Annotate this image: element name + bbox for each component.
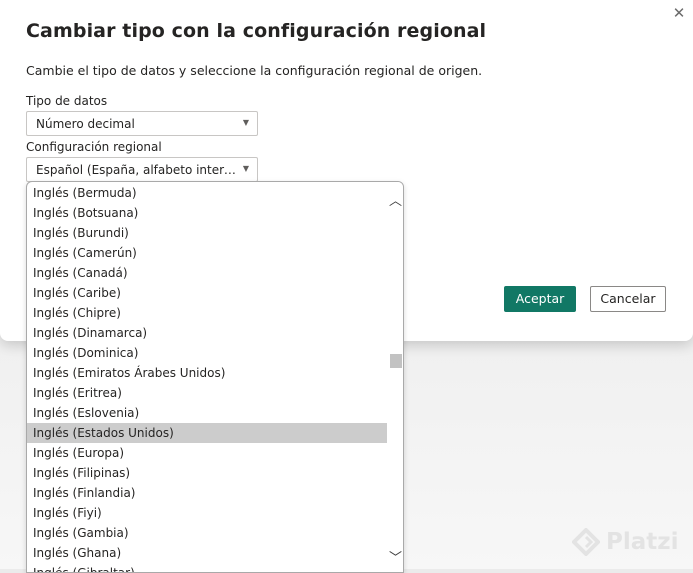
locale-select[interactable]: Español (España, alfabeto internacio... … xyxy=(26,157,258,182)
list-item[interactable]: Inglés (Finlandia) xyxy=(27,483,387,503)
chevron-up-icon[interactable]: ︿ xyxy=(387,193,403,210)
data-type-select[interactable]: Número decimal ▼ xyxy=(26,111,258,136)
scroll-thumb[interactable] xyxy=(390,354,402,368)
chevron-down-icon: ▼ xyxy=(242,118,249,127)
list-item[interactable]: Inglés (Europa) xyxy=(27,443,387,463)
list-item[interactable]: Inglés (Eslovenia) xyxy=(27,403,387,423)
list-item[interactable]: Inglés (Botsuana) xyxy=(27,203,387,223)
dialog-description: Cambie el tipo de datos y seleccione la … xyxy=(26,63,483,78)
list-item[interactable]: Inglés (Caribe) xyxy=(27,283,387,303)
list-item[interactable]: Inglés (Bermuda) xyxy=(27,183,387,203)
close-icon[interactable]: ✕ xyxy=(668,2,690,24)
data-type-label: Tipo de datos xyxy=(26,94,108,108)
chevron-down-icon[interactable]: ﹀ xyxy=(387,550,403,567)
list-item[interactable]: Inglés (Burundi) xyxy=(27,223,387,243)
chevron-down-icon: ▼ xyxy=(242,164,249,173)
list-item[interactable]: Inglés (Chipre) xyxy=(27,303,387,323)
locale-options: Inglés (Bermuda) Inglés (Botsuana) Inglés … xyxy=(27,183,387,572)
data-type-value: Número decimal xyxy=(36,117,135,131)
scrollbar[interactable]: ︿ ﹀ xyxy=(387,182,403,572)
locale-dropdown-list[interactable]: Inglés (Bermuda) Inglés (Botsuana) Inglés … xyxy=(26,181,404,573)
list-item[interactable]: Inglés (Estados Unidos) xyxy=(27,423,387,443)
cancel-button[interactable]: Cancelar xyxy=(590,286,666,312)
list-item[interactable]: Inglés (Dinamarca) xyxy=(27,323,387,343)
list-item[interactable]: Inglés (Canadá) xyxy=(27,263,387,283)
list-item[interactable]: Inglés (Eritrea) xyxy=(27,383,387,403)
list-item[interactable]: Inglés (Filipinas) xyxy=(27,463,387,483)
locale-label: Configuración regional xyxy=(26,140,162,154)
locale-value: Español (España, alfabeto internacio... xyxy=(36,163,236,177)
list-item[interactable]: Inglés (Ghana) xyxy=(27,543,387,563)
list-item[interactable]: Inglés (Gambia) xyxy=(27,523,387,543)
platzi-logo-icon xyxy=(572,528,600,556)
list-item[interactable]: Inglés (Emiratos Árabes Unidos) xyxy=(27,363,387,383)
accept-button[interactable]: Aceptar xyxy=(504,286,576,312)
list-item[interactable]: Inglés (Dominica) xyxy=(27,343,387,363)
list-item[interactable]: Inglés (Fiyi) xyxy=(27,503,387,523)
watermark-text: Platzi xyxy=(606,529,679,555)
list-item[interactable]: Inglés (Gibraltar) xyxy=(27,563,387,572)
platzi-watermark: Platzi xyxy=(572,528,679,556)
dialog-title: Cambiar tipo con la configuración region… xyxy=(26,20,487,42)
list-item[interactable]: Inglés (Camerún) xyxy=(27,243,387,263)
